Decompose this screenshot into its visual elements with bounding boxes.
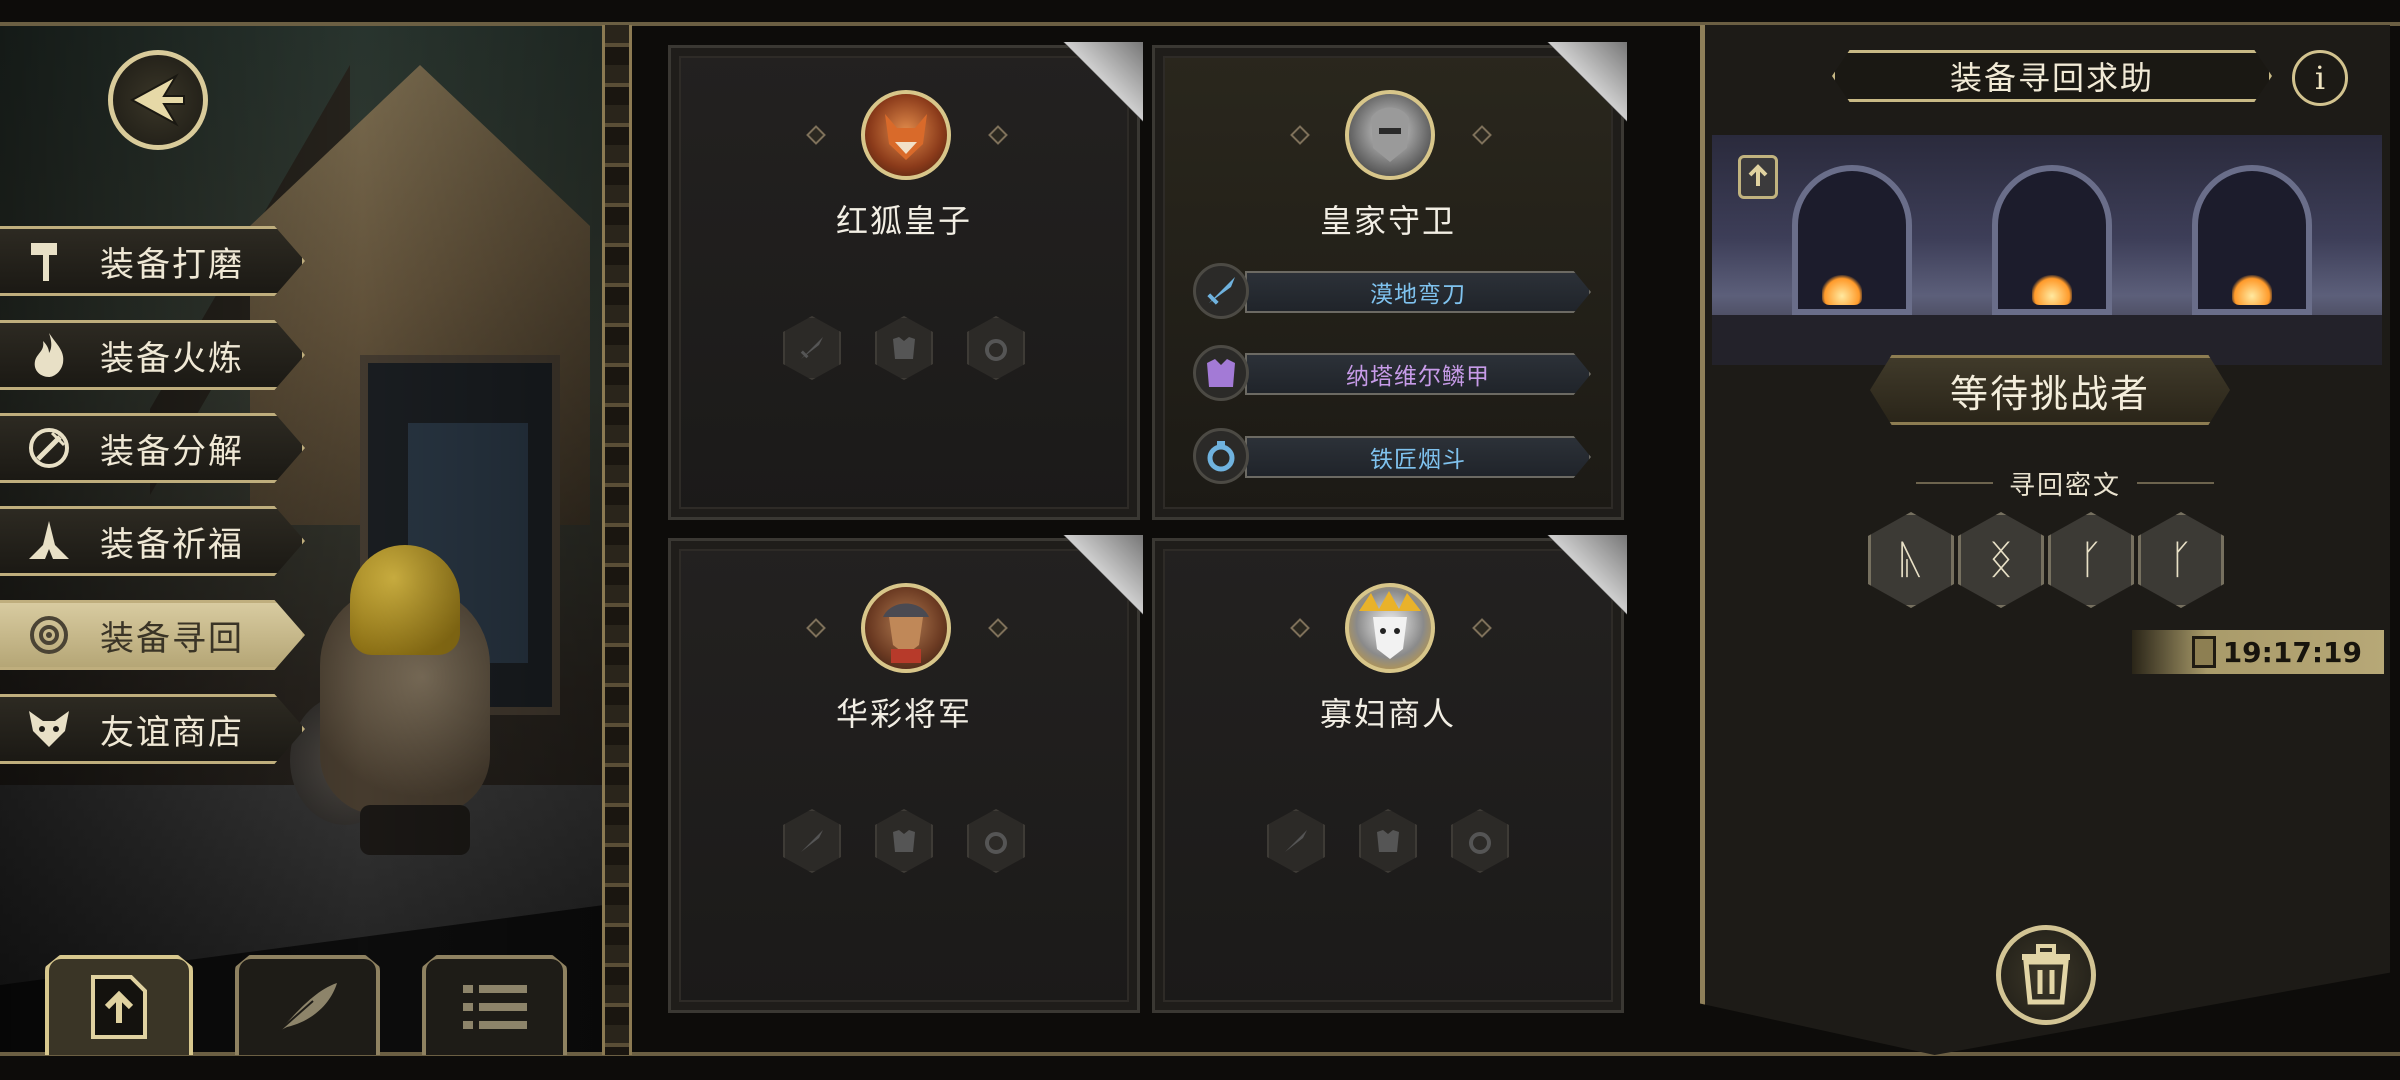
ring-icon [985,832,1007,854]
accessory-slot[interactable] [1451,809,1509,873]
hammer-icon [14,231,84,291]
equipped-item-label: 漠地弯刀 [1245,271,1591,313]
hourglass-icon [2192,636,2216,668]
page-corner [1063,42,1143,122]
feather-button[interactable] [235,955,380,1055]
equipped-item-label: 铁匠烟斗 [1245,436,1591,478]
list-button[interactable] [422,955,567,1055]
weapon-slot[interactable] [783,809,841,873]
countdown-timer: 19:17:19 [2132,630,2384,674]
red-fox-portrait [861,90,951,180]
weapon-slot[interactable] [783,316,841,380]
upload-button[interactable] [45,955,193,1055]
ornament-divider [602,25,632,1055]
armor-slot[interactable] [875,316,933,380]
royal-guard-portrait [1345,90,1435,180]
hero-card-royal-guard[interactable]: 皇家守卫 漠地弯刀 纳塔维尔鳞甲 铁匠烟斗 [1152,42,1627,520]
sword-icon [801,830,823,852]
list-icon [462,985,527,1029]
menu-label: 装备祈福 [100,524,244,565]
panel-title: 装备寻回求助 [1832,50,2272,102]
menu-item-polish[interactable]: 装备打磨 [0,226,305,296]
menu-label: 装备寻回 [100,618,244,659]
trash-icon [2022,944,2070,1005]
ring-icon [985,339,1007,361]
fox-icon [14,699,84,759]
armor-icon [1377,830,1399,852]
dungeon-scene-image [1712,135,2382,365]
hero-card-widow-merchant[interactable]: 寡妇商人 [1152,535,1627,1013]
equipped-item-row[interactable]: 纳塔维尔鳞甲 [1193,345,1593,401]
hero-card-red-fox[interactable]: 红狐皇子 [668,42,1143,520]
share-upload-icon [1748,164,1768,186]
info-button[interactable]: i [2292,50,2348,106]
widow-merchant-portrait [1345,583,1435,673]
page-corner [1063,535,1143,615]
menu-item-disassemble[interactable]: 装备分解 [0,413,305,483]
hero-name: 华彩将军 [835,695,972,733]
share-upload-icon [91,975,147,1039]
menu-item-friendship-shop[interactable]: 友谊商店 [0,694,305,764]
back-button[interactable] [108,50,208,150]
armor-icon [893,830,915,852]
page-corner [1547,42,1627,122]
menu-label: 装备火炼 [100,338,244,379]
menu-item-bless[interactable]: 装备祈福 [0,506,305,576]
page-corner [1547,535,1627,615]
weapon-slot[interactable] [1267,809,1325,873]
menu-label: 装备打磨 [100,244,244,285]
armor-slot[interactable] [1359,809,1417,873]
general-portrait [861,583,951,673]
equipped-item-row[interactable]: 漠地弯刀 [1193,263,1593,319]
menu-item-retrieve[interactable]: 装备寻回 [0,600,305,670]
ring-icon [1193,428,1249,484]
hero-name: 寡妇商人 [1319,695,1456,733]
hero-name: 皇家守卫 [1319,202,1456,240]
hero-name: 红狐皇子 [835,202,972,240]
armor-icon [1193,345,1249,401]
hero-card-general[interactable]: 华彩将军 [668,535,1143,1013]
pray-icon [14,511,84,571]
status-banner: 等待挑战者 [1870,355,2230,425]
equipped-item-label: 纳塔维尔鳞甲 [1245,353,1591,395]
back-arrow-icon [129,73,185,127]
feather-icon [277,983,337,1032]
accessory-slot[interactable] [967,316,1025,380]
share-button[interactable] [1738,155,1778,199]
disassemble-icon [14,418,84,478]
sword-icon [1193,263,1249,319]
menu-label: 装备分解 [100,431,244,472]
timer-value: 19:17:19 [2222,635,2362,669]
flame-icon [14,325,84,385]
armor-slot[interactable] [875,809,933,873]
menu-label: 友谊商店 [100,712,244,753]
armor-icon [893,337,915,359]
target-icon [14,605,84,665]
info-icon: i [2314,59,2326,97]
sword-icon [1285,830,1307,852]
sword-icon [800,337,823,359]
menu-item-forge[interactable]: 装备火炼 [0,320,305,390]
cipher-heading: 寻回密文 [1900,468,2230,501]
ring-icon [1469,832,1491,854]
accessory-slot[interactable] [967,809,1025,873]
delete-button[interactable] [1996,925,2096,1025]
equipped-item-row[interactable]: 铁匠烟斗 [1193,428,1593,484]
